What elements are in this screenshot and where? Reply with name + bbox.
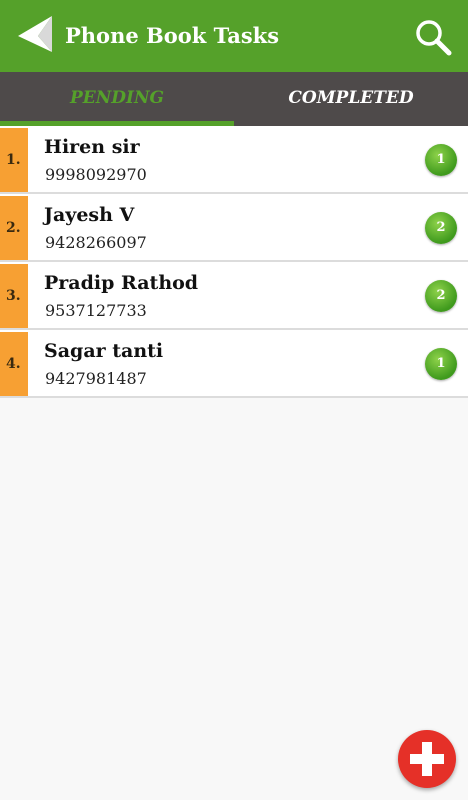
contact-name: Sagar tanti bbox=[44, 340, 164, 362]
count-badge: 1 bbox=[425, 144, 457, 176]
contact-phone: 9998092970 bbox=[45, 165, 147, 184]
contact-name: Hiren sir bbox=[44, 136, 140, 158]
app-header: Phone Book Tasks bbox=[0, 0, 468, 72]
contact-phone: 9537127733 bbox=[45, 301, 147, 320]
count-badge: 1 bbox=[425, 348, 457, 380]
contact-name: Pradip Rathod bbox=[44, 272, 199, 294]
list-item[interactable]: 2. Jayesh V 9428266097 2 bbox=[0, 194, 468, 262]
list-item[interactable]: 3. Pradip Rathod 9537127733 2 bbox=[0, 262, 468, 330]
item-index: 1. bbox=[0, 128, 28, 192]
contact-name: Jayesh V bbox=[44, 204, 135, 226]
plus-icon bbox=[410, 742, 444, 776]
tab-bar: PENDING COMPLETED bbox=[0, 72, 468, 126]
count-badge: 2 bbox=[425, 280, 457, 312]
list-item[interactable]: 1. Hiren sir 9998092970 1 bbox=[0, 126, 468, 194]
search-icon[interactable] bbox=[414, 18, 452, 56]
contact-phone: 9428266097 bbox=[45, 233, 147, 252]
item-index: 4. bbox=[0, 332, 28, 396]
task-list: 1. Hiren sir 9998092970 1 2. Jayesh V 94… bbox=[0, 126, 468, 398]
contact-phone: 9427981487 bbox=[45, 369, 147, 388]
item-index: 2. bbox=[0, 196, 28, 260]
page-title: Phone Book Tasks bbox=[65, 23, 280, 48]
item-index: 3. bbox=[0, 264, 28, 328]
count-badge: 2 bbox=[425, 212, 457, 244]
back-arrow-icon[interactable] bbox=[14, 14, 54, 54]
list-item[interactable]: 4. Sagar tanti 9427981487 1 bbox=[0, 330, 468, 398]
tab-completed[interactable]: COMPLETED bbox=[234, 72, 468, 126]
add-task-button[interactable] bbox=[398, 730, 456, 788]
tab-pending[interactable]: PENDING bbox=[0, 72, 234, 126]
